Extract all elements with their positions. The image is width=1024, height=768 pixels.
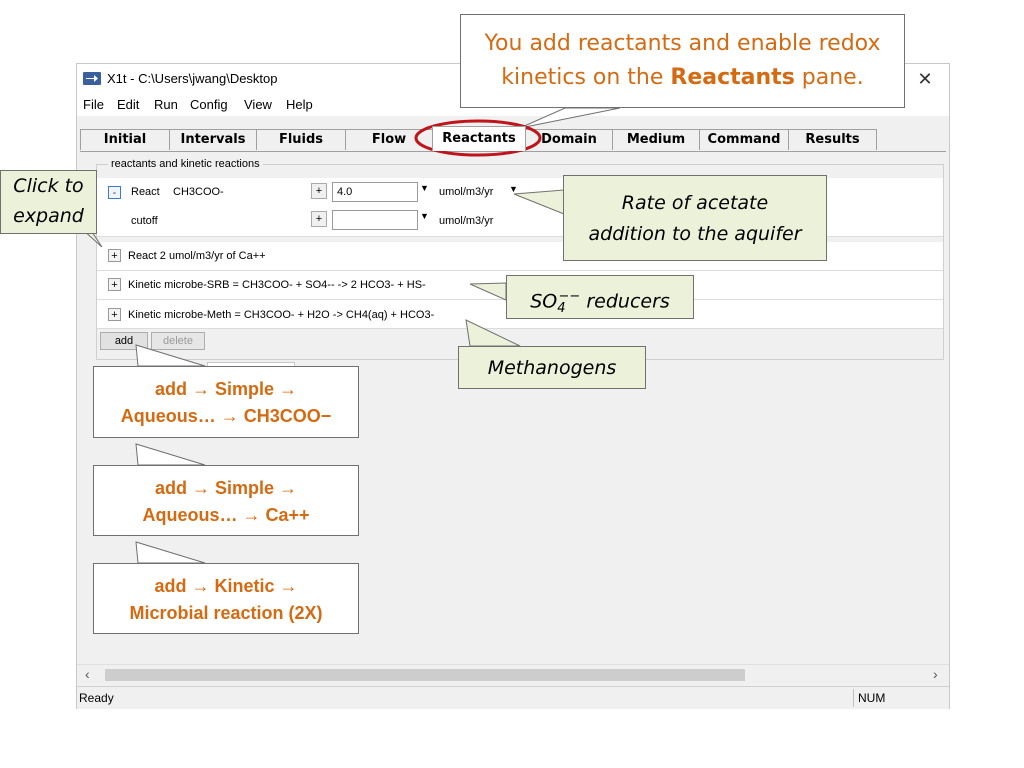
callout-text: SO — [530, 290, 558, 313]
status-bar: Ready NUM — [77, 686, 949, 709]
callout-text: kinetics on the — [501, 65, 671, 90]
callout-line: add → Kinetic → — [154, 576, 298, 596]
tab-command[interactable]: Command — [699, 129, 789, 150]
menu-run[interactable]: Run — [154, 97, 178, 112]
callout-reactants-pane: You add reactants and enable redox kinet… — [460, 14, 905, 108]
cutoff-label: cutoff — [131, 215, 158, 227]
callout-methanogens: Methanogens — [458, 346, 646, 389]
status-text: Ready — [79, 691, 114, 705]
callout-add-calcium: add → Simple → Aqueous… → Ca++ — [93, 465, 359, 536]
tab-initial[interactable]: Initial — [80, 129, 170, 150]
chevron-down-icon[interactable]: ▼ — [420, 183, 429, 193]
callout-line: expand — [13, 205, 84, 227]
menu-view[interactable]: View — [244, 97, 272, 112]
callout-bold-text: Reactants — [670, 65, 795, 90]
rate-unit: umol/m3/yr — [439, 186, 494, 198]
horizontal-scrollbar[interactable]: ‹ › — [77, 664, 949, 685]
cutoff-plus-button[interactable]: + — [311, 211, 327, 227]
callout-rate-of-acetate: Rate of acetate addition to the aquifer — [563, 175, 827, 261]
window-title: X1t - C:\Users\jwang\Desktop — [107, 71, 278, 86]
tab-fluids[interactable]: Fluids — [256, 129, 346, 150]
num-lock-indicator: NUM — [853, 689, 898, 707]
scroll-right-icon[interactable]: › — [933, 666, 938, 682]
callout-line: add → Simple → — [154, 379, 298, 399]
callout-add-kinetic: add → Kinetic → Microbial reaction (2X) — [93, 563, 359, 634]
cutoff-value-field[interactable] — [332, 210, 418, 230]
callout-line: Click to — [13, 175, 84, 197]
tab-flow[interactable]: Flow — [345, 129, 433, 150]
chevron-down-icon[interactable]: ▼ — [509, 184, 518, 194]
menu-help[interactable]: Help — [286, 97, 313, 112]
kinetic-summary: Kinetic microbe-Meth = CH3COO- + H2O -> … — [128, 309, 435, 321]
callout-text: Methanogens — [487, 357, 617, 379]
callout-line: add → Simple → — [154, 478, 298, 498]
callout-click-to-expand: Click to expand — [0, 170, 97, 234]
arrow-right-icon — [83, 72, 101, 85]
menu-file[interactable]: File — [83, 97, 104, 112]
menu-config[interactable]: Config — [190, 97, 228, 112]
tab-reactants[interactable]: Reactants — [432, 126, 526, 151]
collapse-toggle[interactable]: - — [108, 186, 121, 199]
chevron-down-icon[interactable]: ▼ — [420, 211, 429, 221]
callout-line: kinetics on the Reactants pane. — [461, 61, 904, 95]
expand-toggle[interactable]: + — [108, 249, 121, 262]
callout-line: Aqueous… → CH3COO− — [120, 406, 332, 426]
expand-toggle[interactable]: + — [108, 278, 121, 291]
reactant-summary: React 2 umol/m3/yr of Ca++ — [128, 250, 266, 262]
scrollbar-thumb[interactable] — [105, 669, 745, 681]
cutoff-unit: umol/m3/yr — [439, 215, 494, 227]
callout-line: Rate of acetate — [621, 192, 769, 214]
kinetic-summary: Kinetic microbe-SRB = CH3COO- + SO4-- ->… — [128, 279, 426, 291]
rate-value-field[interactable]: 4.0 — [332, 182, 418, 202]
reactant-species: CH3COO- — [173, 186, 224, 198]
reactant-label: React — [131, 186, 160, 198]
callout-superscript: −− — [558, 289, 581, 304]
callout-text: pane. — [794, 65, 864, 90]
value-plus-button[interactable]: + — [311, 183, 327, 199]
callout-text: reducers — [580, 290, 670, 313]
expand-toggle[interactable]: + — [108, 308, 121, 321]
callout-line: addition to the aquifer — [588, 223, 802, 245]
callout-line: Microbial reaction (2X) — [129, 603, 323, 623]
add-button[interactable]: add — [100, 332, 148, 350]
tab-strip: Initial Intervals Fluids Flow Reactants … — [77, 126, 949, 152]
delete-button[interactable]: delete — [151, 332, 205, 350]
callout-add-acetate: add → Simple → Aqueous… → CH3COO− — [93, 366, 359, 438]
menu-edit[interactable]: Edit — [117, 97, 139, 112]
tab-medium[interactable]: Medium — [612, 129, 700, 150]
callout-line: You add reactants and enable redox — [484, 31, 881, 56]
tab-intervals[interactable]: Intervals — [169, 129, 257, 150]
callout-line: Aqueous… → Ca++ — [142, 505, 310, 525]
scroll-left-icon[interactable]: ‹ — [85, 666, 90, 682]
close-icon[interactable]: ✕ — [907, 66, 943, 92]
groupbox-label: reactants and kinetic reactions — [108, 158, 263, 170]
tab-results[interactable]: Results — [788, 129, 877, 150]
tab-domain[interactable]: Domain — [525, 129, 613, 150]
callout-so4-reducers: SO4−− reducers — [506, 275, 694, 319]
